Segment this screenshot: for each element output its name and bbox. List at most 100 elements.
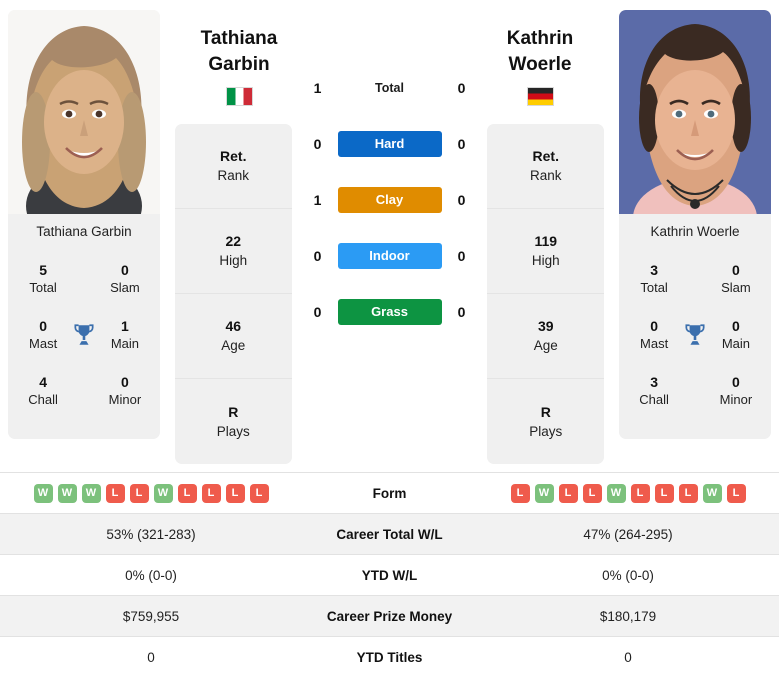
form-badge-l: L [510, 483, 530, 503]
right-player-card: Kathrin Woerle 3 Total 0 Slam 0 Mast 0 M… [619, 10, 771, 439]
form-badge-l: L [726, 483, 746, 503]
form-badge-l: L [201, 483, 221, 503]
left-player-heading[interactable]: Tathiana Garbin [159, 26, 319, 106]
right-player-name-label: Kathrin Woerle [650, 224, 740, 239]
left-titles-row-1: 5 Total 0 Slam [8, 251, 160, 307]
left-player-name-label: Tathiana Garbin [36, 224, 132, 239]
trophy-icon [68, 322, 100, 348]
form-badge-w: W [702, 483, 722, 503]
right-info-card: Ret. Rank 119 High 39 Age R Plays [487, 124, 605, 464]
surface-pill-grass[interactable]: Grass [337, 299, 442, 325]
form-badge-w: W [57, 483, 77, 503]
surface-pill-clay[interactable]: Clay [337, 187, 442, 213]
right-titles-row-1: 3 Total 0 Slam [619, 251, 771, 307]
form-badge-w: W [606, 483, 626, 503]
left-chall-titles: 4 Chall [28, 374, 58, 407]
h2h-row-indoor: 0 Indoor 0 [307, 228, 473, 284]
right-player-first-name: Kathrin [506, 28, 574, 49]
left-slam-titles: 0 Slam [110, 262, 140, 295]
right-form-cell: LWLLWLLLWL [477, 472, 779, 514]
form-badge-l: L [129, 483, 149, 503]
italy-flag-icon [225, 87, 253, 106]
table-row-career-total-wl: 53% (321-283) Career Total W/L 47% (264-… [0, 513, 779, 555]
right-plays-cell: R Plays [529, 403, 563, 439]
h2h-row-total: 1 Total 0 [307, 60, 473, 116]
form-badge-w: W [33, 483, 53, 503]
right-age-cell: 39 Age [487, 294, 605, 379]
right-high-rank-cell: 119 High [487, 209, 605, 294]
left-career-total-wl: 53% (321-283) [0, 513, 302, 555]
form-badge-w: W [534, 483, 554, 503]
comparison-stats-table: WWWLLWLLLL Form LWLLWLLLWL 53% (321-283)… [0, 472, 779, 678]
surface-pill-indoor[interactable]: Indoor [337, 243, 442, 269]
h2h-row-clay: 1 Clay 0 [307, 172, 473, 228]
table-row-form: WWWLLWLLLL Form LWLLWLLLWL [0, 472, 779, 514]
left-info-column: Ret. Rank 22 High 46 Age R Plays [174, 124, 292, 464]
h2h-row-grass: 0 Grass 0 [307, 284, 473, 340]
row-label-ytd-titles: YTD Titles [302, 636, 477, 678]
right-player-heading[interactable]: Kathrin Woerle [460, 26, 620, 106]
left-form-cell: WWWLLWLLLL [0, 472, 302, 514]
trophy-icon [679, 322, 711, 348]
surface-pill-hard[interactable]: Hard [337, 131, 442, 157]
form-badge-l: L [177, 483, 197, 503]
table-row-career-prize-money: $759,955 Career Prize Money $180,179 [0, 595, 779, 637]
row-label-career-prize-money: Career Prize Money [302, 595, 477, 637]
right-minor-titles: 0 Minor [719, 374, 753, 407]
left-titles-grid: 5 Total 0 Slam 0 Mast 1 Main 4 Chall 0 M… [8, 249, 160, 433]
right-slam-titles: 0 Slam [721, 262, 751, 295]
right-titles-row-3: 3 Chall 0 Minor [619, 363, 771, 419]
comparison-header: Tathiana Garbin 5 Total 0 Slam 0 Mast 1 … [0, 0, 779, 472]
right-mast-titles: 0 Mast [640, 318, 669, 351]
row-label-career-total-wl: Career Total W/L [302, 513, 477, 555]
head-to-head-column: 1 Total 0 0 Hard 0 1 Clay 0 0 Indoor 0 0 [307, 10, 473, 340]
h2h-left-indoor: 0 [313, 248, 322, 264]
left-career-prize-money: $759,955 [0, 595, 302, 637]
right-career-prize-money: $180,179 [477, 595, 779, 637]
row-label-ytd-wl: YTD W/L [302, 554, 477, 596]
h2h-right-clay: 0 [457, 192, 466, 208]
table-row-ytd-titles: 0 YTD Titles 0 [0, 636, 779, 678]
right-player-photo [619, 10, 771, 214]
left-titles-row-2: 0 Mast 1 Main [8, 307, 160, 363]
right-info-column: Ret. Rank 119 High 39 Age R Plays [487, 124, 605, 464]
left-minor-titles: 0 Minor [108, 374, 142, 407]
row-label-form: Form [302, 472, 477, 514]
left-rank-cell: Ret. Rank [174, 124, 292, 209]
form-badge-l: L [249, 483, 269, 503]
right-rank-cell: Ret. Rank [487, 124, 605, 209]
left-ytd-wl: 0% (0-0) [0, 554, 302, 596]
right-career-total-wl: 47% (264-295) [477, 513, 779, 555]
left-player-first-name: Tathiana [200, 28, 278, 49]
left-main-titles: 1 Main [110, 318, 139, 351]
player-comparison-page: Tathiana Garbin 5 Total 0 Slam 0 Mast 1 … [0, 0, 779, 699]
right-player-last-name: Woerle [508, 54, 572, 75]
h2h-left-clay: 1 [313, 192, 322, 208]
right-ytd-titles: 0 [477, 636, 779, 678]
left-player-last-name: Garbin [208, 54, 270, 75]
right-form-strip: LWLLWLLLWL [483, 483, 773, 503]
form-badge-l: L [654, 483, 674, 503]
h2h-left-grass: 0 [313, 304, 322, 320]
left-player-photo [8, 10, 160, 214]
left-player-card: Tathiana Garbin 5 Total 0 Slam 0 Mast 1 … [8, 10, 160, 439]
form-badge-l: L [225, 483, 245, 503]
left-titles-row-3: 4 Chall 0 Minor [8, 363, 160, 419]
form-badge-l: L [582, 483, 602, 503]
form-badge-l: L [630, 483, 650, 503]
left-form-strip: WWWLLWLLLL [6, 483, 296, 503]
right-chall-titles: 3 Chall [639, 374, 669, 407]
table-row-ytd-wl: 0% (0-0) YTD W/L 0% (0-0) [0, 554, 779, 596]
form-badge-w: W [153, 483, 173, 503]
right-main-titles: 0 Main [721, 318, 750, 351]
left-ytd-titles: 0 [0, 636, 302, 678]
left-mast-titles: 0 Mast [29, 318, 58, 351]
left-plays-cell: R Plays [216, 403, 250, 439]
left-high-rank-cell: 22 High [174, 209, 292, 294]
form-badge-l: L [678, 483, 698, 503]
left-player-column: Tathiana Garbin 5 Total 0 Slam 0 Mast 1 … [8, 10, 160, 439]
right-titles-row-2: 0 Mast 0 Main [619, 307, 771, 363]
h2h-total-label: Total [375, 81, 404, 95]
right-titles-grid: 3 Total 0 Slam 0 Mast 0 Main 3 Chall 0 M… [619, 249, 771, 433]
right-player-column: Kathrin Woerle 3 Total 0 Slam 0 Mast 0 M… [619, 10, 771, 439]
